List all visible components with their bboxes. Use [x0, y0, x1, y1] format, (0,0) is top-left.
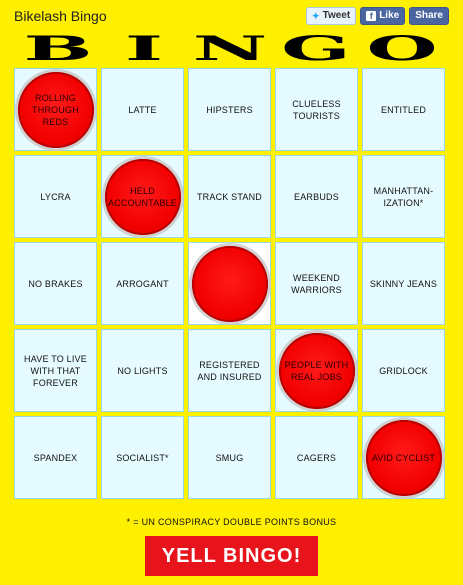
footnote: * = UN CONSPIRACY DOUBLE POINTS BONUS: [126, 517, 337, 527]
social-buttons: ✦ Tweet f Like Share: [306, 7, 449, 25]
bingo-cell[interactable]: SMUG: [186, 414, 273, 501]
cell-label: SKINNY JEANS: [369, 278, 438, 289]
cell-label: HELD ACCOUNTABLE: [107, 185, 178, 208]
top-bar: Bikelash Bingo ✦ Tweet f Like Share: [0, 0, 463, 32]
heading-letter-o: O: [366, 29, 438, 69]
bingo-cell[interactable]: HIPSTERS: [186, 66, 273, 153]
bingo-cell[interactable]: HELD ACCOUNTABLE: [99, 153, 186, 240]
bingo-cell[interactable]: AVID CYCLIST: [360, 414, 447, 501]
bingo-heading: B I N G O: [15, 29, 445, 69]
bingo-cell[interactable]: ENTITLED: [360, 66, 447, 153]
cell-label: LATTE: [128, 104, 157, 115]
cell-label: PEOPLE WITH REAL JOBS: [284, 359, 349, 382]
cell-label: ENTITLED: [380, 104, 427, 115]
cell-label: GRIDLOCK: [379, 365, 428, 376]
bingo-cell[interactable]: REGISTERED AND INSURED: [186, 327, 273, 414]
free-space-cell[interactable]: [186, 240, 273, 327]
facebook-icon: f: [366, 11, 377, 21]
bingo-cell[interactable]: CLUELESS TOURISTS: [273, 66, 360, 153]
tweet-button[interactable]: ✦ Tweet: [306, 7, 357, 25]
cell-label: SOCIALIST*: [116, 452, 169, 463]
bingo-cell[interactable]: CAGERS: [273, 414, 360, 501]
bingo-cell[interactable]: TRACK STAND: [186, 153, 273, 240]
cell-label: NO LIGHTS: [117, 365, 168, 376]
cell-label: AVID CYCLIST: [371, 452, 436, 463]
cell-label: ARROGANT: [116, 278, 169, 289]
cell-label: LYCRA: [40, 191, 71, 202]
bingo-board: ROLLING THROUGH REDS LATTE HIPSTERS CLUELES…: [12, 66, 447, 501]
bingo-cell[interactable]: ARROGANT: [99, 240, 186, 327]
cell-label: SMUG: [215, 452, 244, 463]
yell-bingo-button[interactable]: YELL BINGO!: [145, 536, 318, 576]
bingo-cell[interactable]: ROLLING THROUGH REDS: [12, 66, 99, 153]
red-dauber-marker: [191, 245, 268, 322]
twitter-bird-icon: ✦: [312, 11, 320, 21]
bingo-cell[interactable]: PEOPLE WITH REAL JOBS: [273, 327, 360, 414]
cell-label: EARBUDS: [294, 191, 339, 202]
cell-label: ROLLING THROUGH REDS: [32, 92, 79, 127]
app-title: Bikelash Bingo: [14, 8, 107, 24]
like-label: Like: [379, 10, 400, 21]
like-button[interactable]: f Like: [360, 7, 406, 25]
bingo-cell[interactable]: EARBUDS: [273, 153, 360, 240]
bingo-cell[interactable]: MANHATTAN-IZATION*: [360, 153, 447, 240]
bingo-cell[interactable]: LATTE: [99, 66, 186, 153]
bingo-cell[interactable]: GRIDLOCK: [360, 327, 447, 414]
bingo-cell[interactable]: WEEKEND WARRIORS: [273, 240, 360, 327]
cell-label: TRACK STAND: [196, 191, 263, 202]
bingo-cell[interactable]: SPANDEX: [12, 414, 99, 501]
share-label: Share: [415, 10, 443, 21]
cell-label: WEEKEND WARRIORS: [291, 272, 342, 295]
bingo-cell[interactable]: NO LIGHTS: [99, 327, 186, 414]
tweet-label: Tweet: [322, 10, 351, 21]
share-button[interactable]: Share: [409, 7, 449, 25]
cell-label: HAVE TO LIVE WITH THAT FOREVER: [24, 353, 87, 388]
cell-label: NO BRAKES: [28, 278, 83, 289]
bingo-cell[interactable]: LYCRA: [12, 153, 99, 240]
cell-label: SPANDEX: [33, 452, 78, 463]
cell-label: CLUELESS TOURISTS: [292, 98, 341, 121]
bingo-cell[interactable]: SOCIALIST*: [99, 414, 186, 501]
cell-label: MANHATTAN-IZATION*: [373, 185, 434, 208]
bingo-cell[interactable]: SKINNY JEANS: [360, 240, 447, 327]
bingo-cell[interactable]: NO BRAKES: [12, 240, 99, 327]
bingo-cell[interactable]: HAVE TO LIVE WITH THAT FOREVER: [12, 327, 99, 414]
cell-label: HIPSTERS: [206, 104, 253, 115]
cell-label: REGISTERED AND INSURED: [197, 359, 262, 382]
cell-label: CAGERS: [296, 452, 337, 463]
